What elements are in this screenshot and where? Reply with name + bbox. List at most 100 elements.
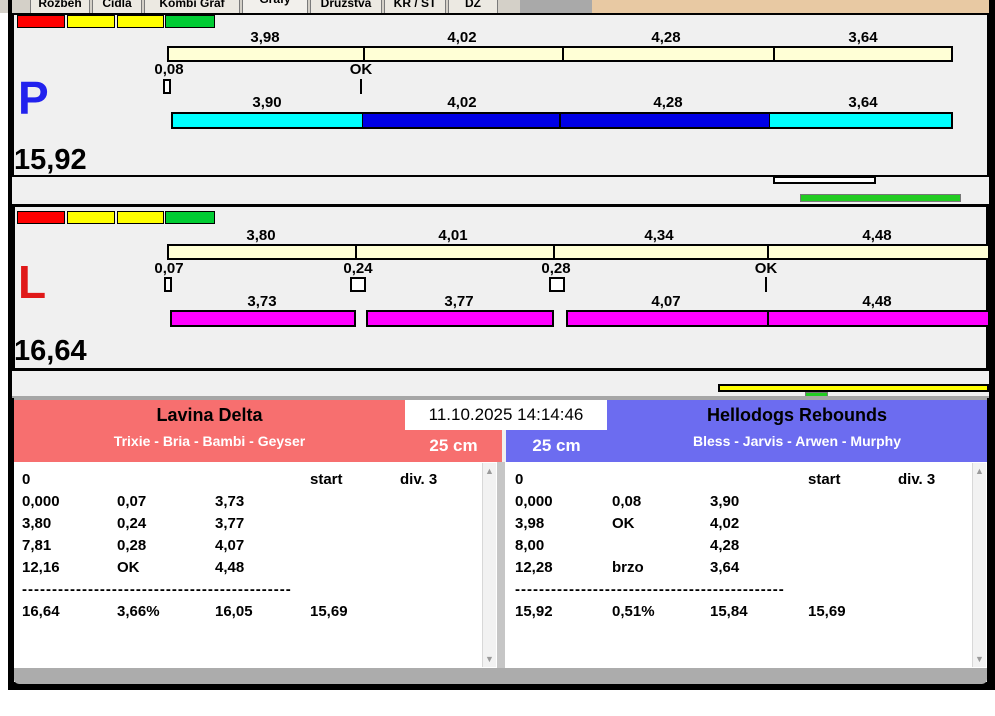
l-fault-marker-change1 [350, 277, 366, 292]
p-indicator-white-bar [773, 176, 876, 184]
l-light-red [17, 211, 65, 224]
l-run-seg-1 [170, 310, 356, 327]
lane-letter-l: L [18, 256, 47, 308]
table-cell: OK [117, 559, 140, 576]
p-split-label-4: 3,64 [848, 29, 878, 46]
table-cell: 4,28 [710, 537, 740, 554]
l-split-divider-2 [553, 244, 555, 260]
table-cell: 4,07 [215, 537, 245, 554]
table-cell: 0,000 [22, 493, 60, 510]
scroll-up-icon[interactable]: ▲ [973, 466, 986, 476]
p-run-label-1: 3,90 [252, 94, 282, 111]
tab-cidla[interactable]: Čidla [92, 0, 142, 13]
tab-bar: Rozběh Čidla Kombi Graf Grafy Družstva K… [0, 0, 995, 13]
l-light-yellow2 [117, 211, 164, 224]
table-cell: 0,24 [117, 515, 147, 532]
l-split-bar [167, 244, 990, 260]
table-cell: 3,64 [710, 559, 740, 576]
results-table-right: 0 start div. 3 0,000 0,08 3,90 3,98 OK 4… [505, 462, 987, 668]
dog-names-left: Trixie - Bria - Bambi - Geyser [113, 433, 306, 449]
l-run-label-3: 4,07 [651, 293, 681, 310]
table-cell: 3,80 [22, 515, 52, 532]
p-fault-marker-start [163, 79, 171, 94]
l-split-label-3: 4,34 [644, 227, 674, 244]
tabbar-gap [520, 0, 592, 13]
table-cell: 8,00 [515, 537, 545, 554]
tab-rozbeh[interactable]: Rozběh [30, 0, 90, 13]
scroll-down-icon[interactable]: ▼ [483, 654, 496, 664]
table-cell: 3,73 [215, 493, 245, 510]
l-total-time: 16,64 [14, 335, 87, 367]
l-mark-label-start: 0,07 [154, 260, 184, 277]
statusbar-strip [14, 668, 987, 684]
l-light-green [165, 211, 215, 224]
table-cell: start [808, 471, 841, 488]
table-cell: OK [612, 515, 635, 532]
l-run-seg-3 [566, 310, 769, 327]
p-split-label-1: 3,98 [250, 29, 280, 46]
scroll-up-icon[interactable]: ▲ [483, 466, 496, 476]
table-cell: div. 3 [898, 471, 936, 488]
datetime-box: 11.10.2025 14:14:46 [405, 400, 607, 430]
table-separator: ----------------------------------------… [515, 581, 785, 598]
table-cell: 4,02 [710, 515, 740, 532]
height-class-right: 25 cm [532, 436, 581, 455]
table-cell: 15,69 [310, 603, 348, 620]
scroll-down-icon[interactable]: ▼ [973, 654, 986, 664]
l-run-seg-4 [767, 310, 990, 327]
table-cell: 12,16 [22, 559, 60, 576]
p-split-divider-2 [562, 46, 564, 62]
tab-druzstva[interactable]: Družstva [310, 0, 382, 13]
p-run-seg-2 [363, 114, 561, 127]
l-mark-label-change2: 0,28 [541, 260, 571, 277]
l-split-divider-1 [355, 244, 357, 260]
l-mark-label-change1: 0,24 [343, 260, 373, 277]
table-cell: 4,48 [215, 559, 245, 576]
l-run-label-1: 3,73 [247, 293, 277, 310]
p-indicator-green-bar [800, 194, 961, 202]
table-cell: div. 3 [400, 471, 438, 488]
table-cell: 0 [515, 471, 524, 488]
l-split-label-1: 3,80 [246, 227, 276, 244]
tab-kombi-graf[interactable]: Kombi Graf [144, 0, 240, 13]
window-border-right [989, 0, 995, 690]
table-cell: 15,92 [515, 603, 553, 620]
table-cell: 3,90 [710, 493, 740, 510]
tab-kr-st[interactable]: KR / ST [384, 0, 446, 13]
l-light-yellow1 [67, 211, 115, 224]
table-cell: 3,98 [515, 515, 545, 532]
p-total-time: 15,92 [14, 144, 87, 176]
table-cell: brzo [612, 559, 644, 576]
table-cell: 3,66% [117, 603, 160, 620]
table-cell: start [310, 471, 343, 488]
l-fault-marker-change2 [549, 277, 565, 292]
p-light-yellow1 [67, 15, 115, 28]
p-run-label-2: 4,02 [447, 94, 477, 111]
tab-grafy[interactable]: Grafy [242, 0, 308, 13]
scrollbar-left-table[interactable]: ▲ ▼ [482, 463, 496, 667]
p-light-green [165, 15, 215, 28]
table-cell: 16,64 [22, 603, 60, 620]
p-run-label-4: 3,64 [848, 94, 878, 111]
window-border-left [8, 0, 12, 690]
desktop-strip [592, 0, 989, 13]
table-cell: 0 [22, 471, 31, 488]
tab-dz[interactable]: DŽ [448, 0, 498, 13]
p-split-bar [167, 46, 953, 62]
table-cell: 16,05 [215, 603, 253, 620]
table-cell: 12,28 [515, 559, 553, 576]
l-split-label-4: 4,48 [862, 227, 892, 244]
p-light-red [17, 15, 65, 28]
p-light-yellow2 [117, 15, 164, 28]
l-run-seg-2 [366, 310, 554, 327]
dog-names-right: Bless - Jarvis - Arwen - Murphy [693, 433, 901, 449]
table-cell: 15,84 [710, 603, 748, 620]
scrollbar-right-table[interactable]: ▲ ▼ [972, 463, 986, 667]
p-split-divider-3 [773, 46, 775, 62]
l-run-label-2: 3,77 [444, 293, 474, 310]
table-cell: 0,07 [117, 493, 147, 510]
p-split-label-3: 4,28 [651, 29, 681, 46]
table-cell: 15,69 [808, 603, 846, 620]
p-run-seg-1 [173, 114, 363, 127]
p-run-seg-4 [770, 114, 951, 127]
